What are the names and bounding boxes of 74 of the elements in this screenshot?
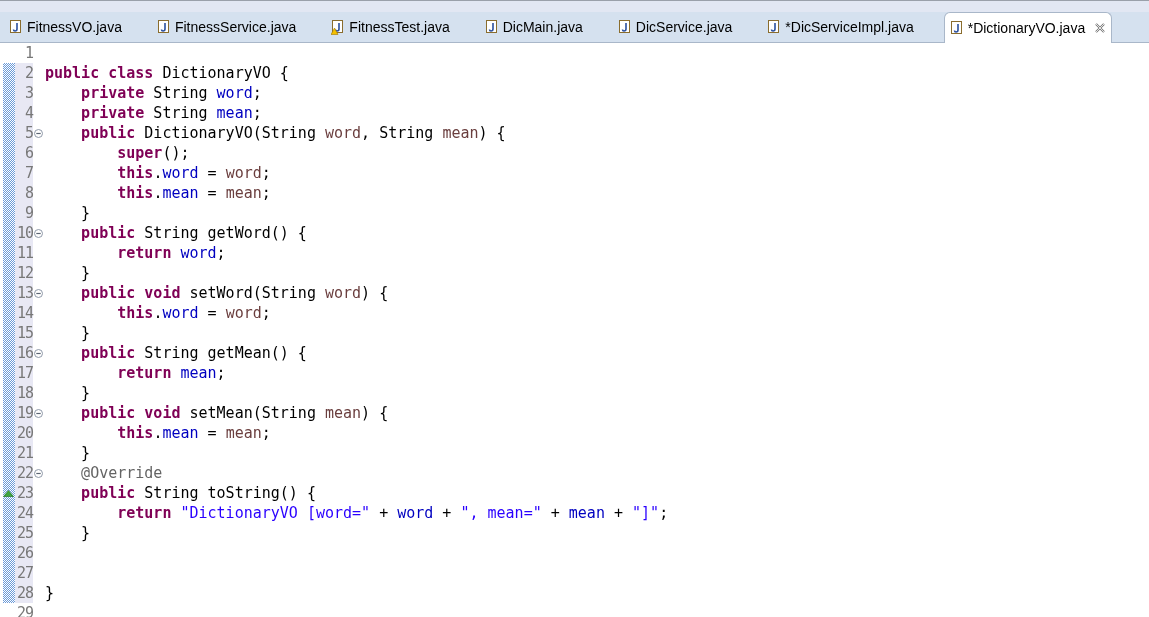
code-line: } (80, 203, 91, 223)
code-line: super(); (116, 143, 190, 163)
java-file-warning-icon (331, 19, 346, 35)
code-line: return word; (116, 243, 226, 263)
java-file-icon (9, 19, 23, 35)
collapse-icon[interactable] (34, 288, 43, 298)
editor-tab[interactable]: FitnessService.java (151, 12, 327, 42)
code-line: public String getWord() { (80, 223, 307, 243)
editor-tab[interactable]: *DicServiceImpl.java (762, 12, 944, 42)
code-line: } (80, 323, 91, 343)
code-line: this.word = word; (116, 163, 271, 183)
line-number: 14 (15, 303, 33, 323)
java-file-icon (156, 19, 171, 35)
line-number: 24 (15, 503, 33, 523)
code-line: } (80, 263, 91, 283)
code-line: this.mean = mean; (116, 423, 271, 443)
code-line: return mean; (116, 363, 226, 383)
java-file-icon (484, 19, 499, 35)
line-number: 12 (15, 263, 33, 283)
code-line: public class DictionaryVO { (45, 63, 289, 83)
editor-tab[interactable]: FitnessVO.java (4, 12, 152, 42)
line-number: 22 (15, 463, 33, 483)
editor-tab[interactable]: DicMain.java (479, 12, 613, 42)
code-line: private String mean; (80, 103, 262, 123)
code-line: } (80, 383, 91, 403)
line-number: 23 (15, 483, 33, 503)
editor-tab[interactable]: FitnessTest.java (326, 12, 480, 42)
code-line: public void setMean(String mean) { (80, 403, 389, 423)
line-number: 9 (15, 203, 33, 223)
line-number: 6 (15, 143, 33, 163)
line-number: 11 (15, 243, 33, 263)
line-number: 25 (15, 523, 33, 543)
code-line: public String getMean() { (80, 343, 307, 363)
line-number: 13 (15, 283, 33, 303)
line-number: 18 (15, 383, 33, 403)
collapse-icon[interactable] (34, 408, 43, 418)
code-line: } (80, 523, 91, 543)
code-line: public DictionaryVO(String word, String mean) { (80, 123, 506, 143)
collapse-icon[interactable] (34, 128, 43, 138)
line-number: 21 (15, 443, 33, 463)
editor-tab[interactable]: *DictionaryVO.java (943, 12, 1113, 43)
java-file-icon (767, 19, 782, 35)
code-line: return "DictionaryVO [word=" + word + ", mean=" + mean + "]"; (116, 503, 669, 523)
line-number: 27 (15, 563, 33, 583)
code-line: this.mean = mean; (116, 183, 271, 203)
line-number: 3 (15, 83, 33, 103)
code-line: @Override (80, 463, 163, 483)
line-number: 7 (15, 163, 33, 183)
line-number: 16 (15, 343, 33, 363)
line-number: 17 (15, 363, 33, 383)
close-icon[interactable] (1095, 23, 1106, 33)
line-number: 8 (15, 183, 33, 203)
line-number: 1 (23, 43, 33, 63)
line-number: 28 (15, 583, 33, 603)
code-line: } (45, 583, 55, 603)
line-number: 20 (15, 423, 33, 443)
collapse-icon[interactable] (34, 468, 43, 478)
java-file-icon (617, 19, 632, 35)
code-line: public String toString() { (80, 483, 316, 503)
line-number: 10 (15, 223, 33, 243)
java-file-icon (949, 20, 964, 36)
code-line: } (80, 443, 91, 463)
line-number: 19 (15, 403, 33, 423)
collapse-icon[interactable] (34, 348, 43, 358)
line-number: 5 (15, 123, 33, 143)
code-line: public void setWord(String word) { (80, 283, 389, 303)
code-line: private String word; (80, 83, 262, 103)
line-number: 2 (15, 63, 33, 83)
collapse-icon[interactable] (34, 228, 43, 238)
line-number: 26 (15, 543, 33, 563)
editor-tab[interactable]: DicService.java (612, 12, 763, 42)
line-number: 15 (15, 323, 33, 343)
code-line: this.word = word; (116, 303, 271, 323)
line-number: 4 (15, 103, 33, 123)
